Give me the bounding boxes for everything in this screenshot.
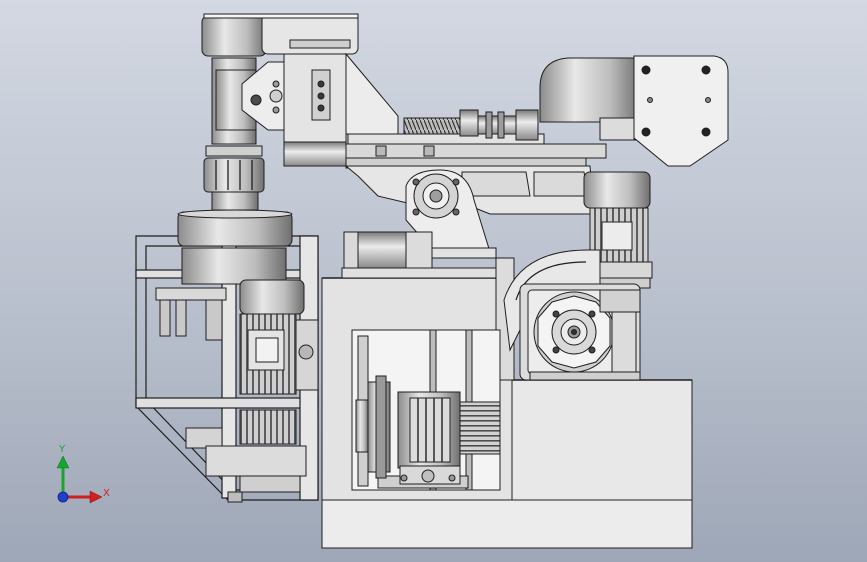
y-axis-label: Y (58, 444, 66, 455)
z-axis-dot (57, 491, 69, 503)
x-axis-label: X (103, 488, 110, 499)
y-axis-arrowhead (56, 455, 70, 469)
top-spindle-motor[interactable] (201, 13, 359, 57)
cad-viewport[interactable]: Y X (0, 0, 867, 562)
top-slide-rail[interactable] (345, 133, 607, 169)
x-axis-arrowhead (89, 490, 103, 504)
cad-model-drawing[interactable]: Y X (0, 0, 867, 562)
coordinate-triad: Y X (56, 444, 110, 504)
